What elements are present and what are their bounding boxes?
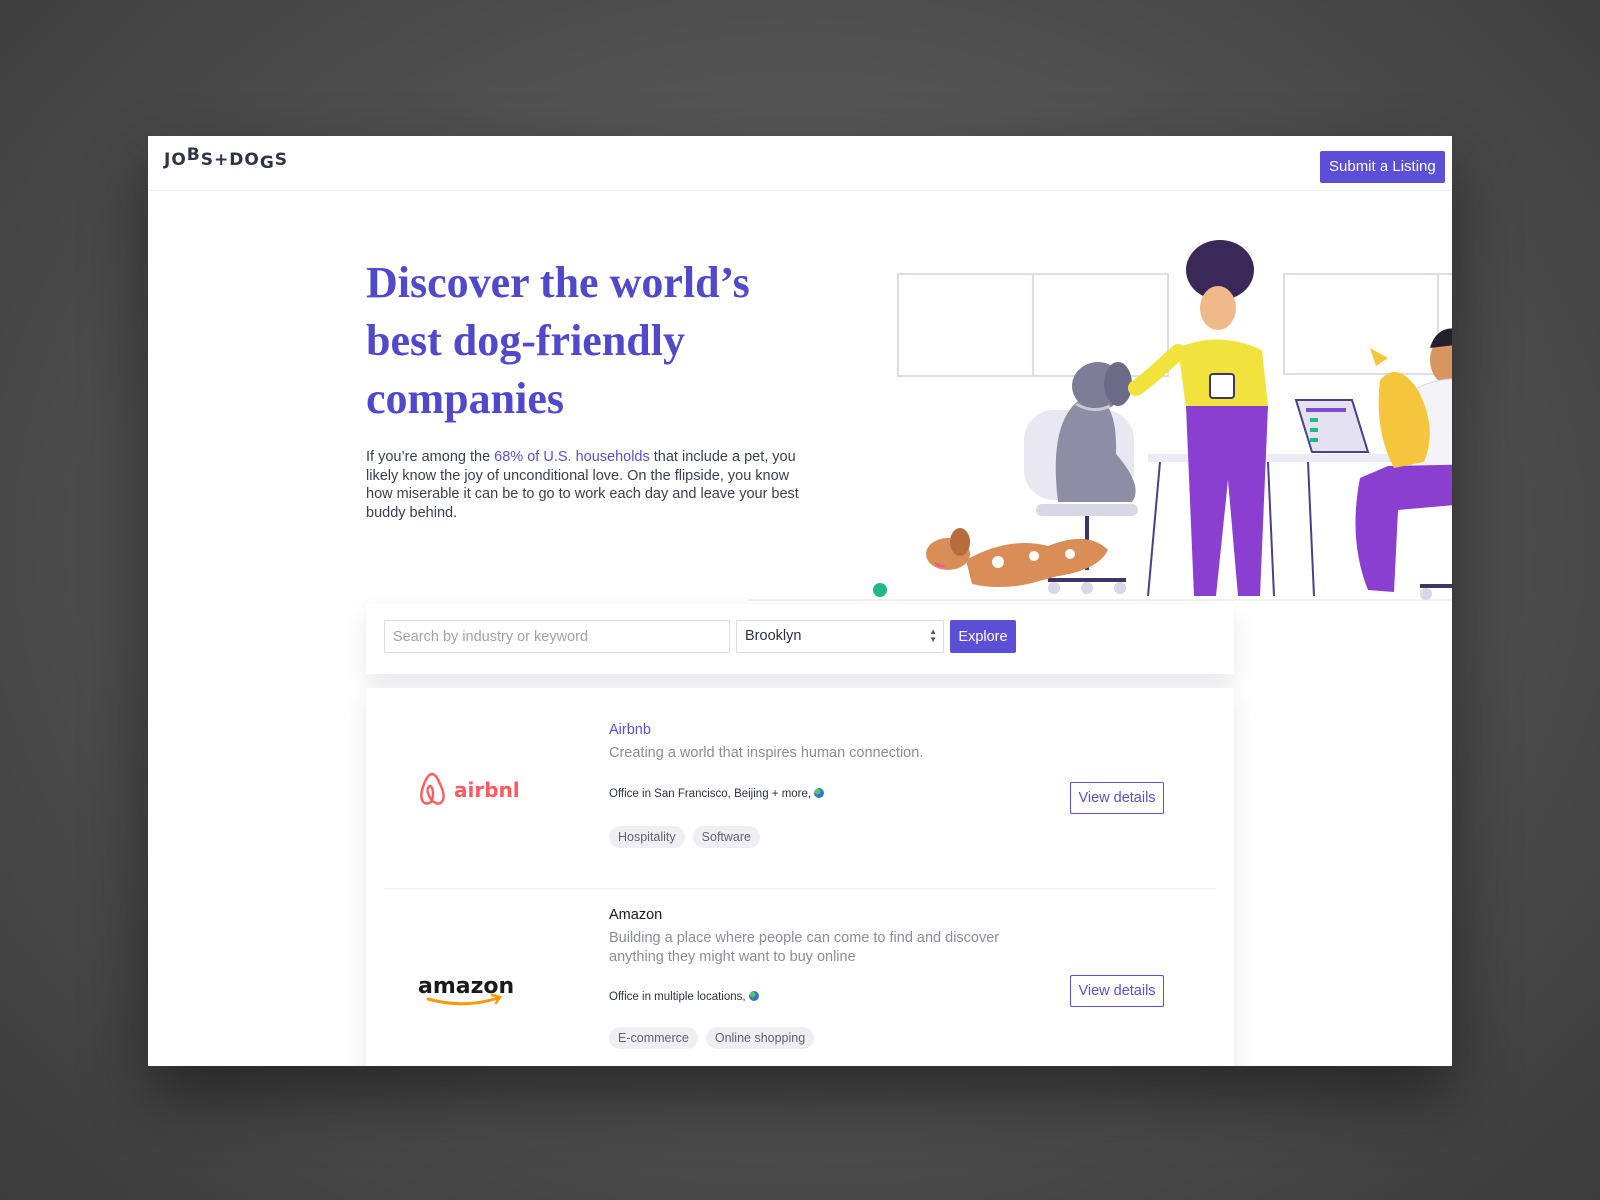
globe-icon (814, 788, 825, 798)
industry-tag[interactable]: Software (692, 826, 761, 848)
location-select-value: Brooklyn (745, 628, 802, 644)
industry-tag[interactable]: E-commerce (609, 1027, 698, 1049)
airbnb-logo-text: airbnb (454, 778, 518, 802)
company-tagline: Building a place where people can come t… (609, 930, 1000, 965)
company-listings: airbnb Airbnb Creating a world that insp… (366, 688, 1234, 1066)
listing-card: amazon Amazon Building a place where peo… (384, 888, 1216, 1066)
industry-tag[interactable]: Online shopping (705, 1027, 815, 1049)
select-arrows-icon: ▲ ▼ (929, 627, 937, 644)
search-panel: Brooklyn ▲▼ Explore (366, 604, 1234, 674)
search-input[interactable] (384, 620, 730, 653)
top-navigation: JOBS+DOGS Submit a Listing (148, 136, 1452, 191)
office-text: Office in multiple locations, (609, 991, 746, 1003)
logo-text: S (274, 150, 289, 170)
company-name-link[interactable]: Amazon (609, 907, 662, 923)
view-details-button[interactable]: View details (1070, 975, 1164, 1007)
globe-icon (748, 991, 759, 1001)
logo-text: JO (164, 150, 187, 170)
logo-text: + (214, 150, 230, 170)
office-locations: Office in multiple locations, (609, 991, 759, 1003)
hero-title: Discover the world’s best dog-friendly c… (366, 258, 750, 423)
logo-text: DO (229, 150, 260, 170)
view-details-button[interactable]: View details (1070, 782, 1164, 814)
office-text: Office in San Francisco, Beijing + more, (609, 788, 812, 800)
browser-page: JOBS+DOGS Submit a Listing Discover the … (148, 136, 1452, 1066)
location-select[interactable]: Brooklyn ▲ ▼ (736, 620, 944, 653)
airbnb-logo-icon: airbnb (420, 772, 518, 805)
submit-listing-button[interactable]: Submit a Listing (1320, 151, 1445, 183)
company-name-link[interactable]: Airbnb (609, 722, 651, 738)
tag-list: E-commerce Online shopping (609, 1027, 815, 1049)
logo-text: G (259, 153, 275, 173)
amazon-logo-icon: amazon (418, 974, 514, 1006)
logo-text: B (186, 145, 201, 165)
explore-button[interactable]: Explore (950, 620, 1016, 653)
amazon-logo-text: amazon (418, 974, 514, 999)
hero-description: If you’re among the 68% of U.S. househol… (366, 448, 804, 522)
logo-text: S (200, 150, 214, 170)
industry-tag[interactable]: Hospitality (609, 826, 685, 848)
company-tagline: Creating a world that inspires human con… (609, 745, 924, 761)
site-logo[interactable]: JOBS+DOGS (164, 145, 289, 173)
listing-card: airbnb Airbnb Creating a world that insp… (366, 688, 1234, 888)
hero-text-part: If you’re among the (366, 449, 495, 465)
office-locations: Office in San Francisco, Beijing + more, (609, 788, 825, 800)
tag-list: Hospitality Software (609, 826, 761, 848)
households-stat-link[interactable]: 68% of U.S. households (494, 449, 650, 465)
